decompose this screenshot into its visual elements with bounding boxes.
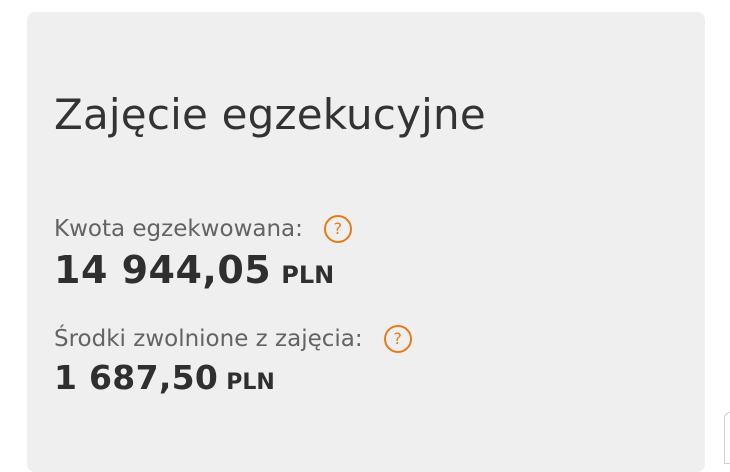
released-funds-currency: PLN	[226, 370, 275, 395]
seizure-card: Zajęcie egzekucyjne Kwota egzekwowana: ?…	[27, 12, 705, 472]
enforced-amount-currency: PLN	[281, 261, 335, 289]
released-funds-value: 1 687,50	[54, 358, 219, 397]
released-funds-help-icon[interactable]: ?	[383, 325, 412, 353]
enforced-amount-help-icon[interactable]: ?	[323, 215, 352, 243]
card-title: Zajęcie egzekucyjne	[54, 90, 486, 139]
adjacent-card-edge	[724, 412, 730, 464]
released-funds-label: Środki zwolnione z zajęcia:	[54, 326, 363, 352]
enforced-amount-section: Kwota egzekwowana: ? 14 944,05 PLN	[54, 212, 352, 292]
enforced-amount-value: 14 944,05	[54, 248, 272, 292]
released-funds-section: Środki zwolnione z zajęcia: ? 1 687,50 PL…	[54, 322, 412, 397]
enforced-amount-label: Kwota egzekwowana:	[54, 216, 303, 242]
